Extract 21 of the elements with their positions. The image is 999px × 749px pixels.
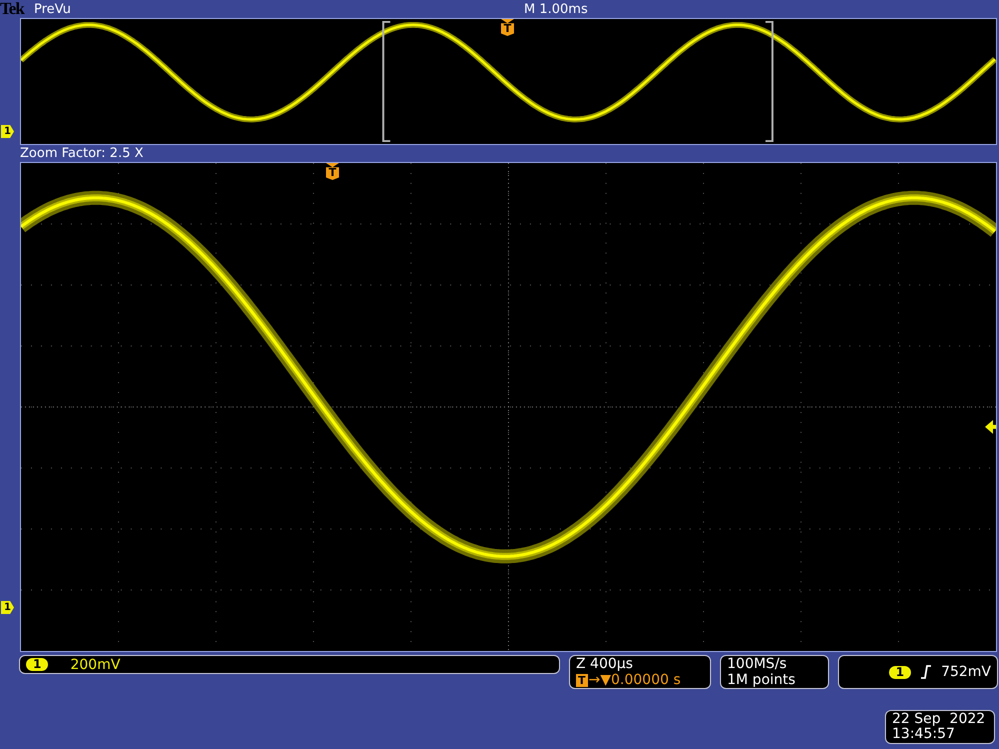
ground-marker: 1 — [1, 601, 14, 614]
time-text: 13:45:57 — [892, 727, 955, 742]
trigger-level: 752mV — [941, 664, 991, 680]
trigger-marker: T — [576, 674, 588, 686]
sample-rate: 100MS/s — [727, 656, 787, 672]
channel-badge: 1 — [888, 666, 912, 678]
trigger-position: →▼0.00000 s — [588, 672, 681, 688]
zoom-factor-label: Zoom Factor: 2.5 X — [20, 146, 144, 161]
vertical-scale: 200mV — [69, 656, 120, 672]
trigger-marker: T — [501, 19, 514, 36]
record-length: 1M points — [727, 672, 796, 688]
date-text: 22 Sep 2022 — [892, 712, 986, 727]
channel-badge: 1 — [26, 658, 48, 671]
timebase-readout: M 1.00ms — [524, 2, 588, 16]
trigger-level-icon — [985, 420, 996, 434]
trigger-marker: T — [326, 163, 339, 180]
brand-logo: Tek — [0, 0, 26, 18]
mode-label: PreVu — [34, 2, 72, 16]
rising-edge-icon — [921, 665, 932, 679]
ground-marker: 1 — [1, 125, 14, 138]
zoom-timebase: Z 400µs — [576, 656, 633, 672]
